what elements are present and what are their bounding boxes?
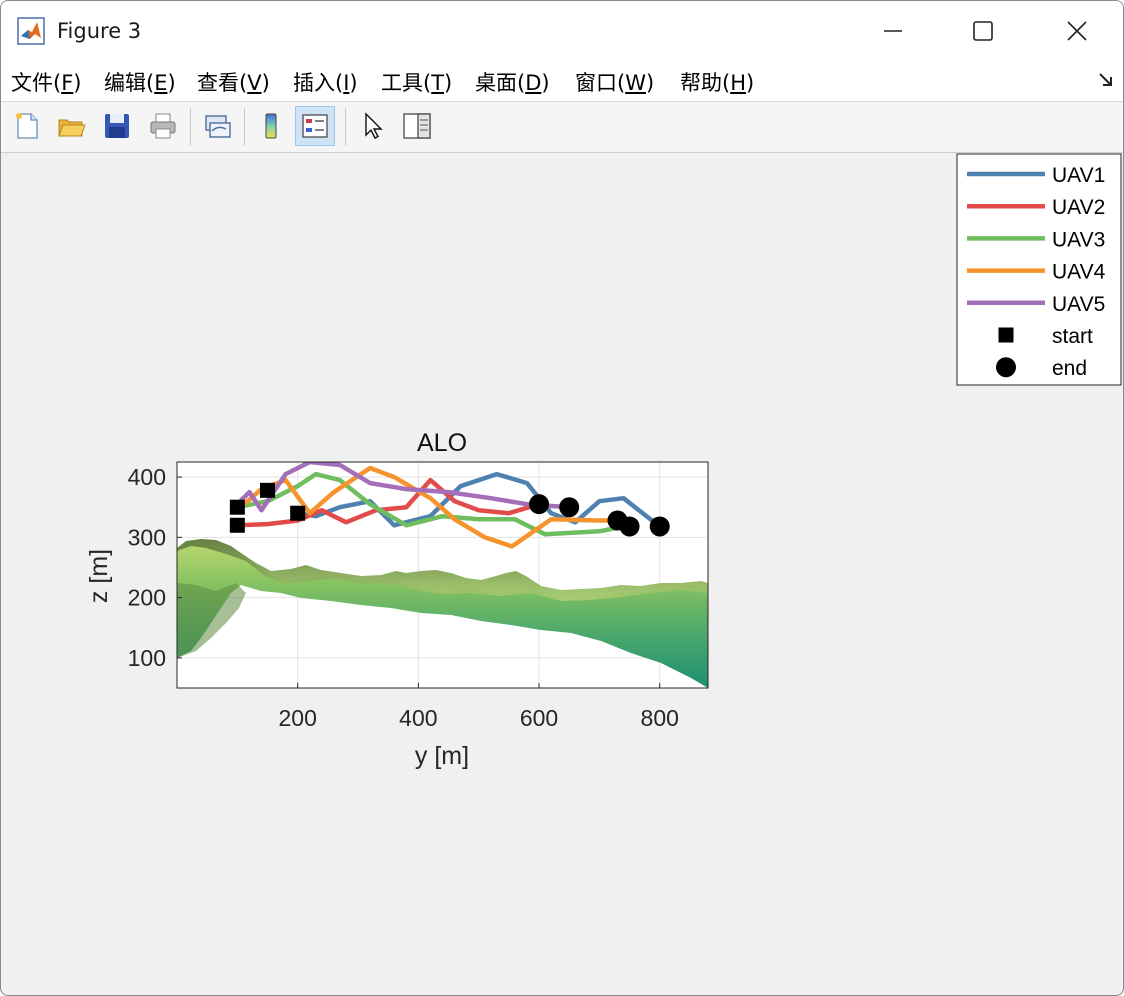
toolbar-separator: [345, 108, 346, 146]
end-marker: [559, 497, 580, 518]
chart-title: ALO: [417, 429, 467, 457]
close-button[interactable]: [1031, 1, 1123, 61]
end-marker: [649, 516, 670, 537]
minimize-icon: [884, 30, 902, 32]
link-plot-button[interactable]: [197, 106, 237, 146]
start-marker: [290, 505, 306, 521]
x-tick-label: 400: [399, 705, 437, 731]
y-axis-label: z [m]: [85, 549, 113, 603]
y-tick-label: 400: [128, 464, 166, 490]
x-tick-label: 200: [278, 705, 316, 731]
legend-label: end: [1052, 357, 1087, 380]
legend-label: UAV5: [1052, 293, 1105, 316]
start-marker: [229, 517, 245, 533]
legend-label: UAV3: [1052, 228, 1105, 251]
open-folder-icon: [58, 119, 86, 137]
window-title: Figure 3: [57, 19, 142, 43]
toolbar-separator: [190, 108, 191, 146]
legend-label: UAV2: [1052, 196, 1105, 219]
menu-bar: 文件(F) 编辑(E) 查看(V) 插入(I) 工具(T) 桌面(D) 窗口(W…: [1, 61, 1123, 102]
new-file-icon: [16, 113, 38, 139]
menu-view[interactable]: 查看(V): [197, 67, 270, 97]
link-plot-icon: [205, 115, 231, 138]
dock-figure-icon[interactable]: [1097, 71, 1115, 89]
menu-window[interactable]: 窗口(W): [575, 67, 654, 97]
start-marker: [260, 482, 276, 498]
legend-start-marker: [998, 327, 1014, 343]
toolbar-separator: [244, 108, 245, 146]
new-figure-button[interactable]: [7, 106, 47, 146]
y-tick-label: 100: [128, 645, 166, 671]
property-inspector-button[interactable]: [397, 106, 437, 146]
title-bar: Figure 3: [1, 1, 1123, 61]
print-button[interactable]: [143, 106, 183, 146]
property-inspector-icon: [403, 113, 431, 139]
open-file-button[interactable]: [51, 106, 91, 146]
x-tick-label: 800: [641, 705, 679, 731]
menu-insert[interactable]: 插入(I): [293, 67, 358, 97]
y-tick-label: 300: [128, 524, 166, 550]
matlab-logo-icon: [17, 17, 45, 45]
save-button[interactable]: [97, 106, 137, 146]
figure-window: Figure 3 文件(F) 编辑(E) 查看(V) 插入(I) 工具(T) 桌…: [0, 0, 1124, 996]
insert-colorbar-button[interactable]: [251, 106, 291, 146]
menu-desktop[interactable]: 桌面(D): [475, 67, 550, 97]
menu-edit[interactable]: 编辑(E): [104, 67, 176, 97]
end-marker: [619, 516, 640, 537]
start-marker: [229, 499, 245, 515]
figure-toolbar: [1, 102, 1123, 153]
legend-end-marker: [996, 357, 1016, 378]
menu-help[interactable]: 帮助(H): [680, 67, 754, 97]
legend[interactable]: UAV1 UAV2 UAV3 UAV4 UAV5 start end: [956, 153, 1122, 386]
menu-tools[interactable]: 工具(T): [381, 67, 452, 97]
maximize-button[interactable]: [937, 1, 1029, 61]
legend-icon: [302, 114, 328, 138]
save-disk-icon: [105, 114, 129, 138]
printer-icon: [150, 113, 176, 139]
maximize-icon: [973, 21, 993, 41]
legend-label: UAV1: [1052, 164, 1105, 187]
insert-legend-button[interactable]: [295, 106, 335, 146]
y-tick-label: 200: [128, 585, 166, 611]
chart-svg: 200 400 600 800 100 200 300 400 ALO y [m] z [m]…: [85, 153, 1122, 770]
legend-label: start: [1052, 325, 1093, 348]
end-marker: [529, 494, 550, 515]
figure-canvas: 200 400 600 800 100 200 300 400 ALO y [m] z [m]…: [1, 153, 1123, 995]
minimize-button[interactable]: [847, 1, 939, 61]
legend-label: UAV4: [1052, 261, 1106, 284]
close-icon: [1067, 21, 1087, 41]
pointer-arrow-icon: [365, 112, 383, 139]
x-tick-label: 600: [520, 705, 558, 731]
menu-file[interactable]: 文件(F): [11, 67, 82, 97]
edit-plot-button[interactable]: [353, 106, 393, 146]
x-axis-label: y [m]: [415, 742, 469, 770]
colorbar-icon: [265, 113, 277, 139]
